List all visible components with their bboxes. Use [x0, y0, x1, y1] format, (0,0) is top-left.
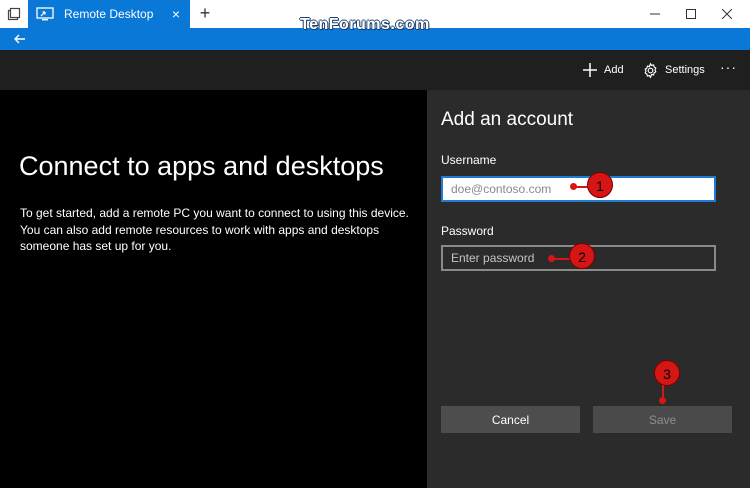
connections-pane: Connect to apps and desktops To get star… — [0, 90, 427, 488]
form-title: Add an account — [441, 109, 574, 130]
plus-icon[interactable]: + — [193, 0, 217, 28]
gear-icon — [644, 62, 657, 78]
remote-desktop-icon — [36, 7, 54, 21]
marker-3-dot — [659, 397, 666, 404]
window-icon[interactable] — [0, 0, 28, 28]
command-bar: Add Settings ··· — [0, 50, 750, 90]
watermark: TenForums.com — [300, 16, 430, 33]
page-title: Connect to apps and desktops — [19, 151, 384, 181]
window-close-icon[interactable] — [704, 0, 750, 28]
page-description: To get started, add a remote PC you want… — [20, 206, 409, 253]
save-button[interactable]: Save — [593, 406, 732, 433]
settings-label: Settings — [665, 64, 705, 76]
tab-remote-desktop[interactable]: Remote Desktop × — [28, 0, 190, 28]
add-button[interactable]: Add — [582, 60, 624, 80]
tab-label: Remote Desktop — [64, 7, 154, 21]
close-icon[interactable]: × — [168, 6, 184, 22]
step-marker-3: 3 — [654, 360, 680, 386]
add-account-pane: Add an account Username Password Cancel … — [427, 90, 750, 488]
username-label: Username — [441, 153, 497, 167]
step-marker-1: 1 — [587, 172, 613, 198]
username-field[interactable] — [441, 176, 716, 202]
password-label: Password — [441, 224, 494, 238]
cancel-button[interactable]: Cancel — [441, 406, 580, 433]
more-icon[interactable]: ··· — [720, 59, 737, 75]
add-icon — [583, 63, 597, 77]
add-label: Add — [604, 64, 624, 76]
back-arrow-icon[interactable] — [0, 28, 40, 50]
settings-button[interactable]: Settings — [642, 60, 705, 80]
step-marker-2: 2 — [569, 243, 595, 269]
